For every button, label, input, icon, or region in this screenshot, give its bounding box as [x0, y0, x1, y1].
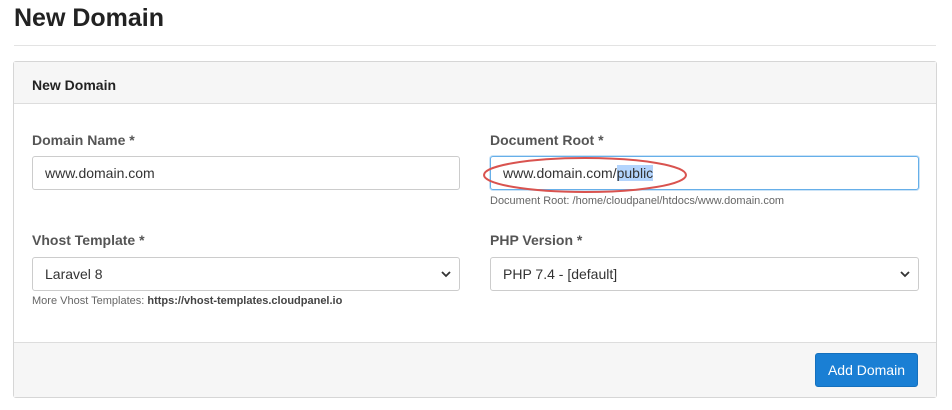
new-domain-card: New Domain Domain Name * www.domain.com … [13, 61, 937, 398]
card-header: New Domain [14, 62, 936, 104]
chevron-down-icon [900, 271, 910, 278]
domain-name-input[interactable]: www.domain.com [32, 156, 460, 190]
vhost-template-value: Laravel 8 [45, 266, 103, 282]
vhost-template-help-text: More Vhost Templates: [32, 295, 148, 307]
domain-name-label: Domain Name * [32, 132, 135, 148]
php-version-label: PHP Version * [490, 232, 583, 248]
document-root-value: www.domain.com/ [503, 165, 617, 181]
card-footer: Add Domain [14, 342, 936, 397]
selected-text: public [616, 165, 654, 181]
vhost-templates-link[interactable]: https://vhost-templates.cloudpanel.io [147, 295, 342, 307]
document-root-label: Document Root * [490, 132, 604, 148]
title-divider [14, 45, 936, 46]
vhost-template-label: Vhost Template * [32, 232, 145, 248]
page-title: New Domain [14, 4, 165, 32]
php-version-select[interactable]: PHP 7.4 - [default] [490, 257, 919, 291]
vhost-template-select[interactable]: Laravel 8 [32, 257, 460, 291]
document-root-input[interactable]: www.domain.com/public [490, 156, 919, 190]
card-header-title: New Domain [32, 77, 117, 93]
php-version-value: PHP 7.4 - [default] [503, 266, 618, 282]
add-domain-button[interactable]: Add Domain [814, 353, 918, 387]
chevron-down-icon [441, 271, 451, 278]
vhost-template-help: More Vhost Templates: https://vhost-temp… [32, 295, 342, 307]
document-root-help: Document Root: /home/cloudpanel/htdocs/w… [490, 195, 785, 207]
